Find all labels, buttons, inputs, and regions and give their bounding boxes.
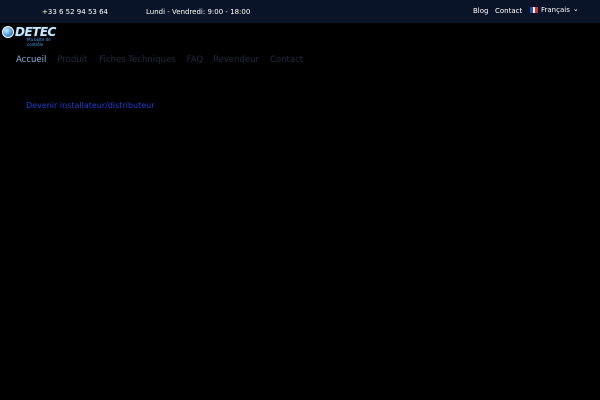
nav-item-faq[interactable]: FAQ (187, 55, 203, 65)
nav-item-revendeur[interactable]: Revendeur (213, 55, 259, 65)
language-selector[interactable]: Français ⌄ (530, 5, 579, 14)
nav-item-contact[interactable]: Contact (270, 55, 303, 65)
nav-item-produit[interactable]: Produit (57, 55, 87, 65)
chevron-down-icon: ⌄ (572, 5, 579, 13)
contact-link[interactable]: Contact (495, 7, 522, 15)
flag-fr-icon (530, 7, 538, 13)
logo-tagline: Ma boîte de contrôle (27, 37, 51, 47)
nav-item-accueil[interactable]: Accueil (16, 55, 46, 65)
phone-number[interactable]: +33 6 52 94 53 64 (42, 8, 108, 16)
main-nav: Accueil Produit Fiches Techniques FAQ Re… (16, 55, 303, 65)
site-logo[interactable]: DETEC Ma boîte de contrôle (2, 25, 64, 47)
language-label: Français (541, 6, 570, 14)
become-installer-link[interactable]: Devenir installateur/distributeur (26, 101, 155, 110)
opening-hours: Lundi - Vendredi: 9:00 - 18:00 (146, 8, 251, 16)
nav-item-fiches-techniques[interactable]: Fiches Techniques (99, 55, 175, 65)
top-bar: +33 6 52 94 53 64 Lundi - Vendredi: 9:00… (0, 0, 600, 23)
globe-icon (2, 26, 14, 38)
blog-link[interactable]: Blog (473, 7, 488, 15)
